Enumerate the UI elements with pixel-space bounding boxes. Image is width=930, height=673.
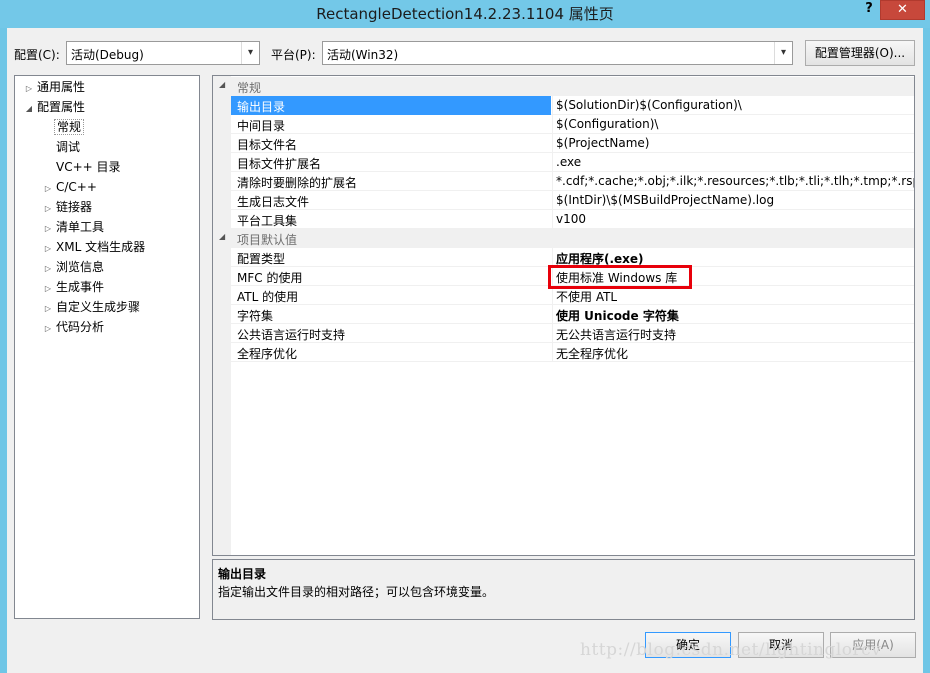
tree-item-config-properties[interactable]: ◢ 配置属性: [23, 97, 87, 117]
annotation-highlight-box: [548, 265, 692, 289]
property-row[interactable]: 全程序优化 无全程序优化: [231, 343, 914, 362]
tree-item-general[interactable]: 常规: [42, 117, 85, 137]
collapse-arrow-icon[interactable]: ◢: [219, 80, 225, 89]
property-row[interactable]: 中间目录 $(Configuration)\: [231, 115, 914, 134]
description-text: 指定输出文件目录的相对路径；可以包含环境变量。: [218, 585, 495, 599]
property-row[interactable]: 目标文件扩展名 .exe: [231, 153, 914, 172]
collapse-arrow-icon[interactable]: ◢: [23, 99, 35, 119]
grid-gutter: [213, 76, 231, 555]
property-row[interactable]: 目标文件名 $(ProjectName): [231, 134, 914, 153]
tree-item-common-properties[interactable]: ▷ 通用属性: [23, 77, 87, 97]
close-button[interactable]: ✕: [880, 0, 925, 20]
property-row-output-dir[interactable]: 输出目录 $(SolutionDir)$(Configuration)\ ▾: [231, 96, 914, 115]
tree-item-browse-info[interactable]: ▷ 浏览信息: [42, 257, 106, 277]
config-manager-button[interactable]: 配置管理器(O)...: [805, 40, 915, 66]
description-pane: 输出目录 指定输出文件目录的相对路径；可以包含环境变量。: [212, 559, 915, 620]
tree-item-linker[interactable]: ▷ 链接器: [42, 197, 94, 217]
title-bar[interactable]: RectangleDetection14.2.23.1104 属性页 ? ✕: [0, 0, 930, 28]
watermark-text: http://blog.csdn.net/lightinglorcv: [580, 640, 882, 660]
property-row[interactable]: 平台工具集 v100: [231, 210, 914, 229]
description-title: 输出目录: [218, 567, 267, 581]
collapse-arrow-icon[interactable]: ◢: [219, 232, 225, 241]
expand-arrow-icon[interactable]: ▷: [23, 79, 35, 99]
platform-label: 平台(P):: [271, 48, 316, 62]
expand-arrow-icon[interactable]: ▷: [42, 279, 54, 299]
tree-item-xml-doc-generator[interactable]: ▷ XML 文档生成器: [42, 237, 147, 257]
tree-item-manifest-tool[interactable]: ▷ 清单工具: [42, 217, 106, 237]
expand-arrow-icon[interactable]: ▷: [42, 239, 54, 259]
expand-arrow-icon[interactable]: ▷: [42, 319, 54, 339]
property-row[interactable]: 清除时要删除的扩展名 *.cdf;*.cache;*.obj;*.ilk;*.r…: [231, 172, 914, 191]
platform-combo-value: 活动(Win32): [327, 48, 399, 62]
dialog-client-area: 配置(C): 活动(Debug) ▾ 平台(P): 活动(Win32) ▾ 配置…: [7, 28, 923, 673]
property-row[interactable]: 字符集 使用 Unicode 字符集: [231, 305, 914, 324]
chevron-down-icon[interactable]: ▾: [241, 42, 259, 64]
platform-combo[interactable]: 活动(Win32) ▾: [322, 41, 793, 65]
property-tree[interactable]: ▷ 通用属性 ◢ 配置属性 常规 调试 VC++ 目录 ▷ C/C++ ▷ 链接器 ▷ 清…: [14, 75, 200, 619]
expand-arrow-icon[interactable]: ▷: [42, 179, 54, 199]
property-row[interactable]: 生成日志文件 $(IntDir)\$(MSBuildProjectName).l…: [231, 191, 914, 210]
expand-arrow-icon[interactable]: ▷: [42, 199, 54, 219]
expand-arrow-icon[interactable]: ▷: [42, 219, 54, 239]
tree-item-custom-build-step[interactable]: ▷ 自定义生成步骤: [42, 297, 142, 317]
tree-item-debugging[interactable]: 调试: [42, 137, 82, 157]
tree-item-code-analysis[interactable]: ▷ 代码分析: [42, 317, 106, 337]
expand-arrow-icon[interactable]: ▷: [42, 259, 54, 279]
tree-item-cpp[interactable]: ▷ C/C++: [42, 177, 99, 197]
help-button[interactable]: ?: [858, 0, 880, 20]
config-combo[interactable]: 活动(Debug) ▾: [66, 41, 260, 65]
category-project-defaults[interactable]: ◢ 项目默认值: [213, 229, 914, 248]
property-row[interactable]: 公共语言运行时支持 无公共语言运行时支持: [231, 324, 914, 343]
tree-item-build-events[interactable]: ▷ 生成事件: [42, 277, 106, 297]
tree-item-vc-directories[interactable]: VC++ 目录: [42, 157, 123, 177]
property-value-input[interactable]: $(SolutionDir)$(Configuration)\: [552, 96, 914, 115]
expand-arrow-icon[interactable]: ▷: [42, 299, 54, 319]
config-label: 配置(C):: [14, 48, 60, 62]
category-general[interactable]: ◢ 常规: [213, 77, 914, 96]
chevron-down-icon[interactable]: ▾: [774, 42, 792, 64]
property-grid[interactable]: ◢ 常规 输出目录 $(SolutionDir)$(Configuration)…: [212, 75, 915, 556]
config-combo-value: 活动(Debug): [71, 48, 144, 62]
window-title: RectangleDetection14.2.23.1104 属性页: [316, 5, 614, 23]
